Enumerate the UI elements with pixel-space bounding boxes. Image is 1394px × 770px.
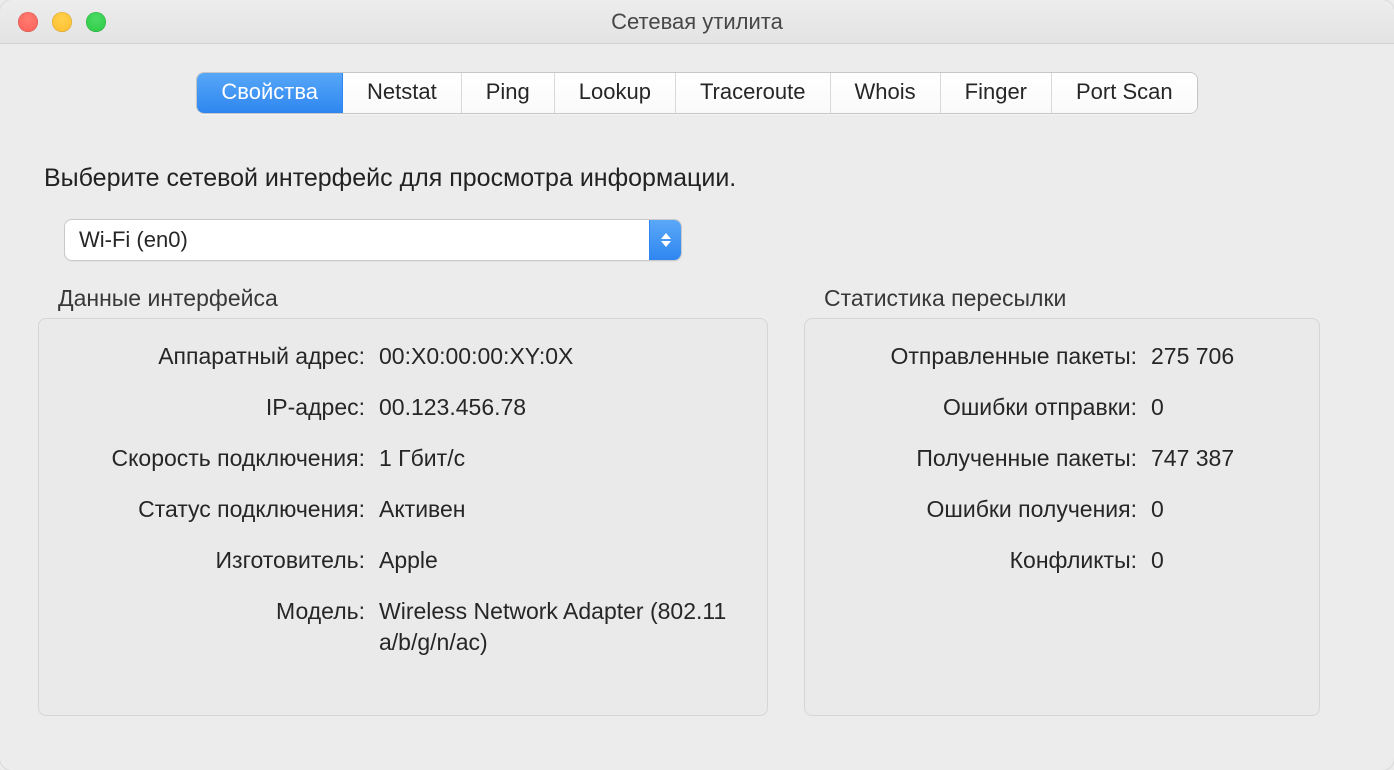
model-value: Wireless Network Adapter (802.11 a/b/g/n… [379, 596, 741, 658]
interface-select[interactable]: Wi-Fi (en0) [64, 219, 682, 261]
content-pane: Выберите сетевой интерфейс для просмотра… [0, 132, 1394, 756]
interface-data-box: Аппаратный адрес: 00:X0:00:00:XY:0X IP-а… [38, 318, 768, 716]
prompt-text: Выберите сетевой интерфейс для просмотра… [44, 164, 1356, 193]
tab-netstat[interactable]: Netstat [343, 73, 462, 113]
send-errors-label: Ошибки отправки: [831, 392, 1137, 423]
interface-select-value: Wi-Fi (en0) [65, 227, 649, 253]
row-model: Модель: Wireless Network Adapter (802.11… [65, 596, 741, 658]
row-sent-packets: Отправленные пакеты: 275 706 [831, 341, 1293, 372]
sent-packets-value: 275 706 [1151, 341, 1293, 372]
row-link-speed: Скорость подключения: 1 Гбит/с [65, 443, 741, 474]
tab-bar: Свойства Netstat Ping Lookup Traceroute … [0, 44, 1394, 132]
transfer-stats-group: Статистика пересылки Отправленные пакеты… [804, 285, 1320, 716]
sent-packets-label: Отправленные пакеты: [831, 341, 1137, 372]
interface-data-group: Данные интерфейса Аппаратный адрес: 00:X… [38, 285, 768, 716]
vendor-label: Изготовитель: [65, 545, 365, 576]
tab-portscan[interactable]: Port Scan [1052, 73, 1197, 113]
app-window: Сетевая утилита Свойства Netstat Ping Lo… [0, 0, 1394, 770]
recv-packets-value: 747 387 [1151, 443, 1293, 474]
interface-select-wrap: Wi-Fi (en0) [64, 219, 1356, 261]
row-link-status: Статус подключения: Активен [65, 494, 741, 525]
tab-ping[interactable]: Ping [462, 73, 555, 113]
chevron-updown-icon [649, 220, 681, 260]
link-status-value: Активен [379, 494, 741, 525]
link-status-label: Статус подключения: [65, 494, 365, 525]
tab-whois[interactable]: Whois [831, 73, 941, 113]
send-errors-value: 0 [1151, 392, 1293, 423]
window-title: Сетевая утилита [0, 9, 1394, 35]
hw-address-label: Аппаратный адрес: [65, 341, 365, 372]
interface-data-title: Данные интерфейса [58, 285, 768, 312]
collisions-label: Конфликты: [831, 545, 1137, 576]
row-ip-address: IP-адрес: 00.123.456.78 [65, 392, 741, 423]
vendor-value: Apple [379, 545, 741, 576]
link-speed-value: 1 Гбит/с [379, 443, 741, 474]
panels: Данные интерфейса Аппаратный адрес: 00:X… [38, 285, 1356, 716]
hw-address-value: 00:X0:00:00:XY:0X [379, 341, 741, 372]
tab-info[interactable]: Свойства [197, 73, 343, 113]
row-vendor: Изготовитель: Apple [65, 545, 741, 576]
titlebar: Сетевая утилита [0, 0, 1394, 44]
model-label: Модель: [65, 596, 365, 627]
collisions-value: 0 [1151, 545, 1293, 576]
recv-errors-label: Ошибки получения: [831, 494, 1137, 525]
row-collisions: Конфликты: 0 [831, 545, 1293, 576]
ip-address-value: 00.123.456.78 [379, 392, 741, 423]
tab-lookup[interactable]: Lookup [555, 73, 676, 113]
row-recv-packets: Полученные пакеты: 747 387 [831, 443, 1293, 474]
recv-errors-value: 0 [1151, 494, 1293, 525]
row-send-errors: Ошибки отправки: 0 [831, 392, 1293, 423]
recv-packets-label: Полученные пакеты: [831, 443, 1137, 474]
link-speed-label: Скорость подключения: [65, 443, 365, 474]
transfer-stats-title: Статистика пересылки [824, 285, 1320, 312]
tabs: Свойства Netstat Ping Lookup Traceroute … [196, 72, 1197, 114]
ip-address-label: IP-адрес: [65, 392, 365, 423]
row-recv-errors: Ошибки получения: 0 [831, 494, 1293, 525]
row-hw-address: Аппаратный адрес: 00:X0:00:00:XY:0X [65, 341, 741, 372]
tab-finger[interactable]: Finger [941, 73, 1052, 113]
tab-traceroute[interactable]: Traceroute [676, 73, 831, 113]
transfer-stats-box: Отправленные пакеты: 275 706 Ошибки отпр… [804, 318, 1320, 716]
